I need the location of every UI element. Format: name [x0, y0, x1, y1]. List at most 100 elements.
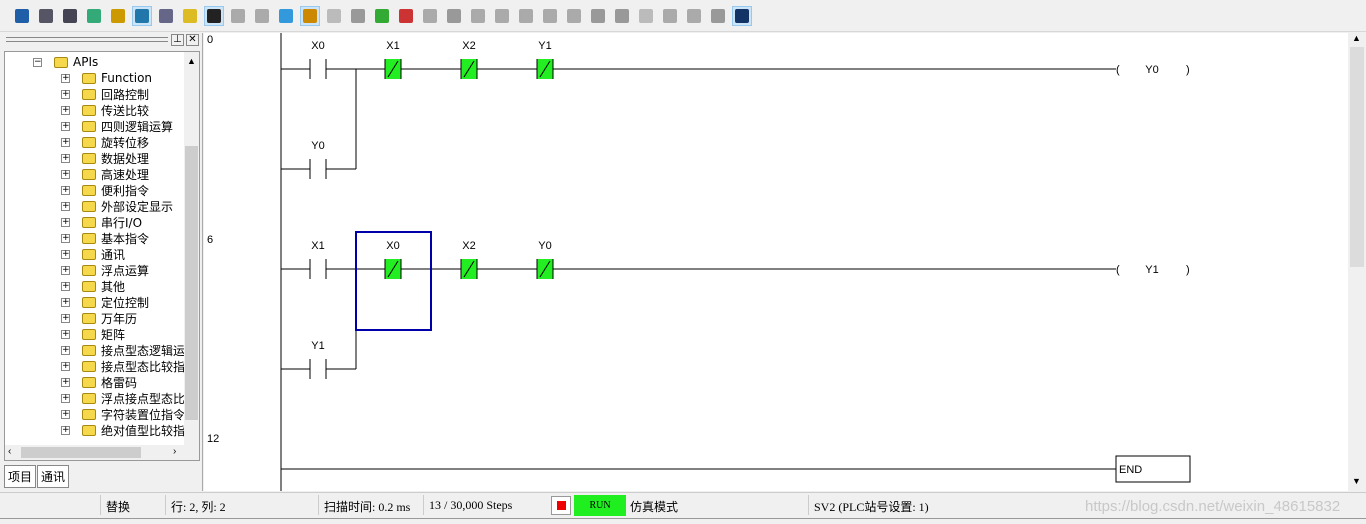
expand-icon[interactable]: +: [61, 393, 70, 403]
contact-y0[interactable]: [536, 258, 554, 280]
probe-button[interactable]: [468, 6, 488, 26]
tree-node[interactable]: + 外部设定显示: [61, 198, 173, 214]
ladder-button[interactable]: [60, 6, 80, 26]
comment2-button[interactable]: [252, 6, 272, 26]
expand-icon[interactable]: +: [61, 281, 70, 291]
coil-bracket-right[interactable]: ): [1186, 264, 1190, 276]
tree-node[interactable]: + 浮点运算: [61, 262, 149, 278]
expand-icon[interactable]: +: [61, 137, 70, 147]
contact-label[interactable]: X0: [311, 40, 324, 52]
close-icon[interactable]: ✕: [186, 34, 199, 46]
tree-node[interactable]: + 高速处理: [61, 166, 149, 182]
bits-button[interactable]: [540, 6, 560, 26]
tree-node[interactable]: + 串行I/O: [61, 214, 142, 230]
collapse-icon[interactable]: −: [33, 57, 42, 67]
tree-node[interactable]: + 便利指令: [61, 182, 149, 198]
code2-button[interactable]: [516, 6, 536, 26]
coil-y1[interactable]: Y1: [1145, 264, 1158, 276]
expand-icon[interactable]: +: [61, 377, 70, 387]
tab-project[interactable]: 项目: [4, 465, 37, 488]
expand-icon[interactable]: +: [61, 153, 70, 163]
memo-button[interactable]: [180, 6, 200, 26]
expand-icon[interactable]: +: [61, 105, 70, 115]
contact-label[interactable]: X1: [311, 240, 324, 252]
ld-out-button[interactable]: [12, 6, 32, 26]
contact-x1[interactable]: [384, 58, 402, 80]
scroll-left-icon[interactable]: ‹: [8, 446, 11, 457]
contact-label[interactable]: Y0: [311, 140, 324, 152]
tree-node[interactable]: + Function: [61, 70, 152, 86]
tree-node[interactable]: + 格雷码: [61, 374, 137, 390]
pin-button[interactable]: [276, 6, 296, 26]
tree-node[interactable]: − APIs: [33, 54, 98, 70]
pen-button[interactable]: [204, 5, 224, 26]
scroll-thumb[interactable]: [21, 447, 141, 458]
bits2-button[interactable]: [564, 6, 584, 26]
contact-label[interactable]: Y1: [538, 40, 551, 52]
window-button[interactable]: [636, 6, 656, 26]
tree-node[interactable]: + 万年历: [61, 310, 137, 326]
expand-icon[interactable]: +: [61, 89, 70, 99]
contact-label[interactable]: X1: [386, 40, 399, 52]
expand-icon[interactable]: +: [61, 345, 70, 355]
transfer-button[interactable]: [420, 6, 440, 26]
branch-button[interactable]: [612, 6, 632, 26]
contact-y1[interactable]: [536, 58, 554, 80]
expand-icon[interactable]: +: [61, 361, 70, 371]
monitor-button[interactable]: [348, 6, 368, 26]
step-button[interactable]: [588, 6, 608, 26]
expand-icon[interactable]: +: [61, 265, 70, 275]
expand-icon[interactable]: +: [61, 217, 70, 227]
tree-node[interactable]: + 传送比较: [61, 102, 149, 118]
contact-x0[interactable]: [384, 258, 402, 280]
tree-node[interactable]: + 绝对值型比较指: [61, 422, 185, 438]
contact-x2[interactable]: [460, 258, 478, 280]
coil-bracket-left[interactable]: (: [1116, 264, 1120, 276]
scroll-up-icon[interactable]: ▲: [1352, 33, 1361, 43]
download-button[interactable]: [444, 6, 464, 26]
tree-node[interactable]: + 浮点接点型态比: [61, 390, 185, 406]
tree-vertical-scrollbar[interactable]: ▲: [184, 52, 199, 445]
online-button[interactable]: [84, 6, 104, 26]
tree-node[interactable]: + 旋转位移: [61, 134, 149, 150]
expand-icon[interactable]: +: [61, 121, 70, 131]
pin-icon[interactable]: ⊥: [171, 34, 184, 46]
run-button[interactable]: [372, 6, 392, 26]
expand-icon[interactable]: +: [61, 169, 70, 179]
stop-button[interactable]: [396, 6, 416, 26]
contact-x1[interactable]: [309, 258, 327, 280]
contact-y0[interactable]: [309, 158, 327, 180]
tree-node[interactable]: + 四则逻辑运算: [61, 118, 173, 134]
panel-grip[interactable]: [6, 37, 168, 42]
scroll-thumb[interactable]: [185, 146, 198, 420]
tree-button[interactable]: [132, 5, 152, 26]
tree-node[interactable]: + 数据处理: [61, 150, 149, 166]
tree-node[interactable]: + 字符装置位指令: [61, 406, 185, 422]
coil-bracket-left[interactable]: (: [1116, 64, 1120, 76]
ladder-diagram[interactable]: X0 X1 X2 Y1 Y0 (Y0) X1 X0 X2 Y0 Y1 (Y1) END: [280, 33, 1348, 491]
contact-label[interactable]: X2: [462, 40, 475, 52]
scroll-down-icon[interactable]: ▼: [1352, 476, 1361, 486]
tree-node[interactable]: + 基本指令: [61, 230, 149, 246]
coil-bracket-right[interactable]: ): [1186, 64, 1190, 76]
tree-node[interactable]: + 其他: [61, 278, 125, 294]
grid-button[interactable]: [324, 6, 344, 26]
tree-node[interactable]: + 接点型态比较指: [61, 358, 185, 374]
contact-label[interactable]: Y1: [311, 340, 324, 352]
contact-label[interactable]: Y0: [538, 240, 551, 252]
expand-icon[interactable]: +: [61, 297, 70, 307]
expand-icon[interactable]: +: [61, 233, 70, 243]
expand-icon[interactable]: +: [61, 201, 70, 211]
contact-x2[interactable]: [460, 58, 478, 80]
ladder-mode-button[interactable]: [300, 5, 320, 26]
ladder-vertical-scrollbar[interactable]: ▲ ▼: [1348, 33, 1366, 491]
comment-button[interactable]: [228, 6, 248, 26]
scroll-up-icon[interactable]: ▲: [187, 56, 196, 66]
expand-icon[interactable]: +: [61, 425, 70, 435]
expand-icon[interactable]: +: [61, 313, 70, 323]
scroll-thumb[interactable]: [1350, 47, 1364, 267]
scroll-right-icon[interactable]: ›: [173, 446, 176, 457]
table-button[interactable]: [156, 6, 176, 26]
edit-button[interactable]: [108, 6, 128, 26]
tree-node[interactable]: + 定位控制: [61, 294, 149, 310]
